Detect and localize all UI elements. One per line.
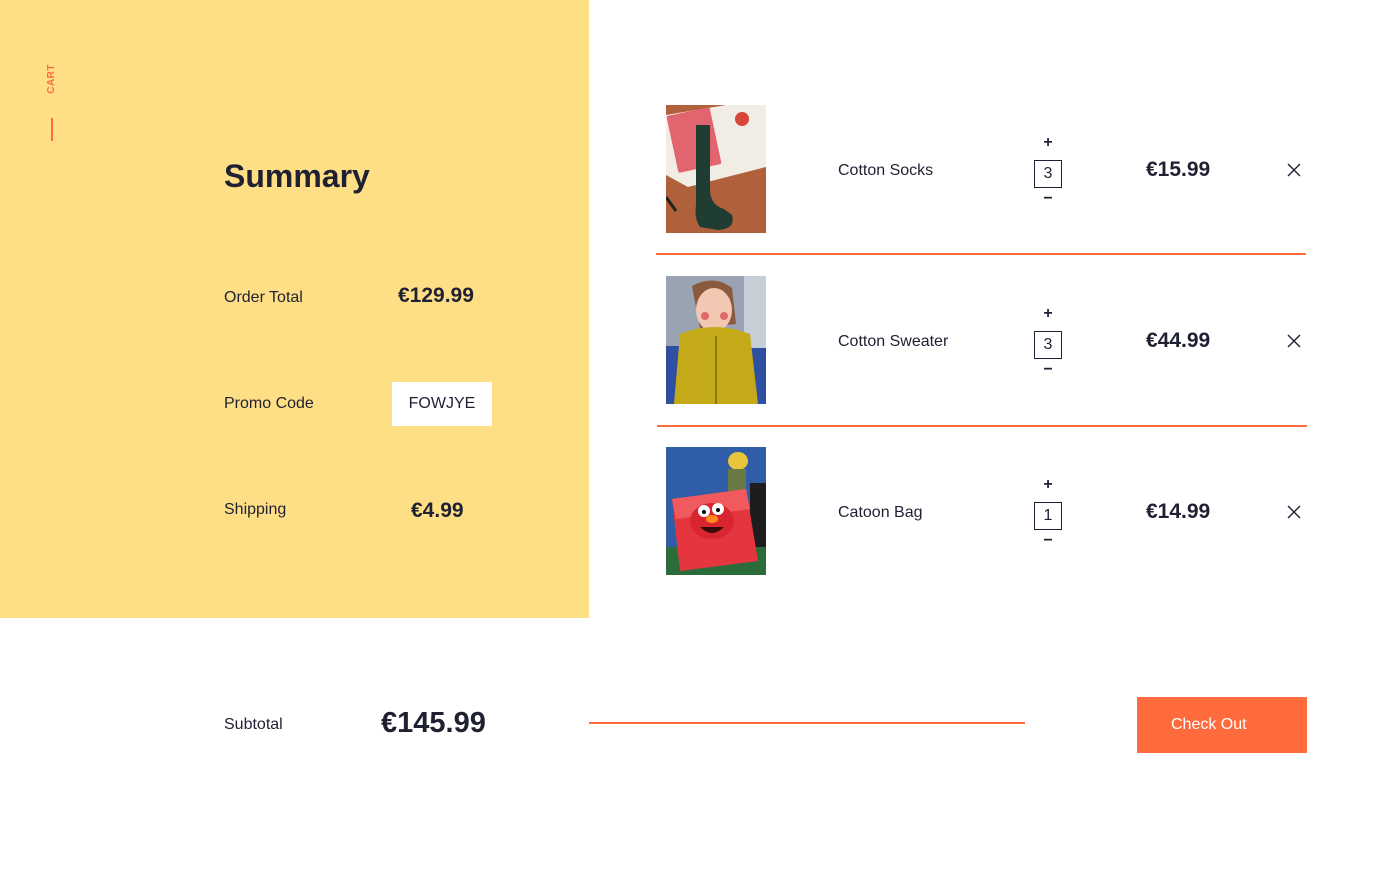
decrease-quantity-button[interactable]: −: [1034, 191, 1062, 207]
item-name: Cotton Socks: [838, 162, 934, 179]
item-price: €14.99: [1146, 500, 1211, 523]
summary-panel: CART Summary Order Total €129.99 Promo C…: [0, 0, 589, 618]
sweater-photo: [666, 276, 766, 404]
item-price: €44.99: [1146, 329, 1211, 352]
cart-tab-label: CART: [46, 64, 57, 94]
order-total-value: €129.99: [398, 284, 474, 307]
bag-photo: [666, 447, 766, 575]
item-name: Cotton Sweater: [838, 333, 949, 350]
item-name: Catoon Bag: [838, 504, 923, 521]
quantity-field[interactable]: 3: [1034, 160, 1062, 188]
summary-title: Summary: [224, 158, 370, 194]
decrease-quantity-button[interactable]: −: [1034, 362, 1062, 378]
item-price: €15.99: [1146, 158, 1211, 181]
order-total-label: Order Total: [224, 289, 303, 306]
socks-photo: [666, 105, 766, 233]
quantity-field[interactable]: 1: [1034, 502, 1062, 530]
item-divider: [657, 425, 1307, 427]
shipping-value: €4.99: [411, 499, 464, 522]
promo-code-value: FOWJYE: [408, 395, 476, 412]
checkout-button[interactable]: Check Out: [1137, 697, 1307, 753]
quantity-field[interactable]: 3: [1034, 331, 1062, 359]
cart-item: Cotton Socks + 3 − €15.99: [666, 105, 1316, 233]
promo-code-label: Promo Code: [224, 395, 314, 412]
close-icon[interactable]: [1286, 504, 1302, 520]
quantity-stepper: + 3 −: [1034, 133, 1062, 207]
shipping-label: Shipping: [224, 501, 287, 518]
subtotal-label: Subtotal: [224, 716, 283, 733]
cart-item: Catoon Bag + 1 − €14.99: [666, 447, 1316, 575]
close-icon[interactable]: [1286, 333, 1302, 349]
increase-quantity-button[interactable]: +: [1034, 304, 1062, 324]
cart-tab-indicator: [51, 118, 53, 141]
subtotal-value: €145.99: [381, 707, 486, 739]
decrease-quantity-button[interactable]: −: [1034, 533, 1062, 549]
quantity-stepper: + 1 −: [1034, 475, 1062, 549]
increase-quantity-button[interactable]: +: [1034, 133, 1062, 153]
quantity-stepper: + 3 −: [1034, 304, 1062, 378]
promo-code-input[interactable]: FOWJYE: [392, 382, 492, 426]
item-divider: [656, 253, 1306, 255]
increase-quantity-button[interactable]: +: [1034, 475, 1062, 495]
close-icon[interactable]: [1286, 162, 1302, 178]
subtotal-divider: [589, 722, 1025, 724]
cart-tab[interactable]: CART: [44, 64, 60, 96]
cart-item: Cotton Sweater + 3 − €44.99: [666, 276, 1316, 404]
